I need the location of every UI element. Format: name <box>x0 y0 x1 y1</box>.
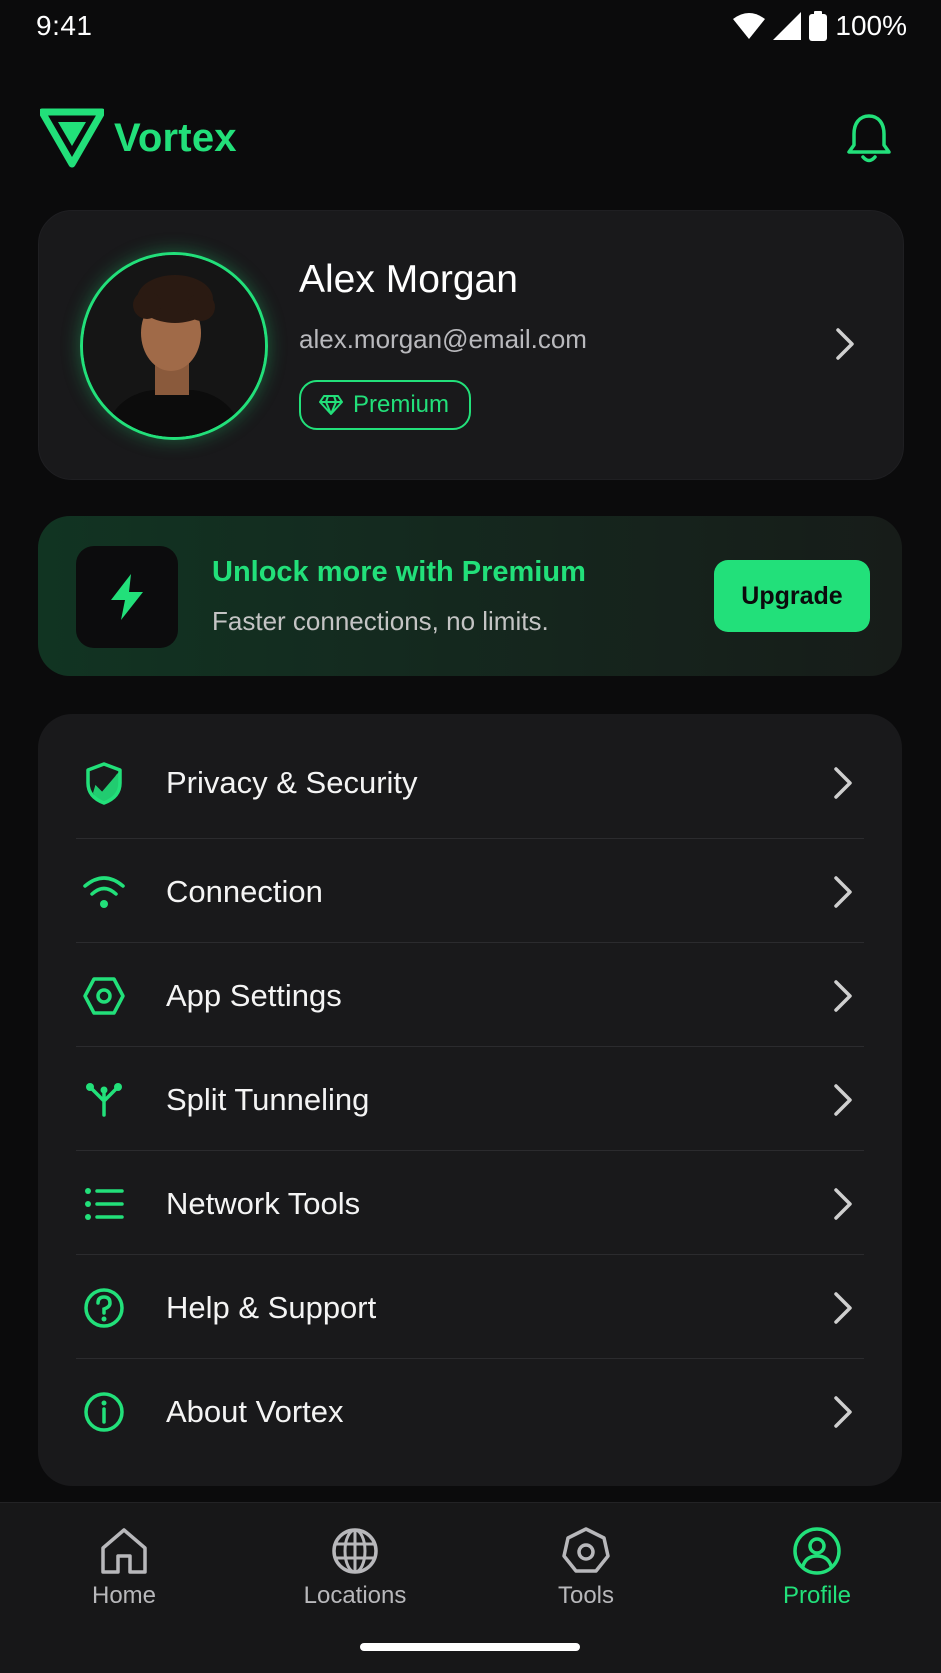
nav-label: Profile <box>782 1582 852 1609</box>
lightning-icon <box>111 574 143 620</box>
globe-icon <box>332 1528 378 1574</box>
menu-item-label: App Settings <box>166 978 342 1013</box>
menu-item-label: Privacy & Security <box>166 765 418 800</box>
diamond-icon <box>319 395 343 415</box>
chevron-right-icon <box>834 876 852 908</box>
promo-title: Unlock more with Premium <box>212 556 586 588</box>
menu-divider <box>76 1358 864 1359</box>
chevron-right-icon <box>834 1084 852 1116</box>
info-icon <box>80 1388 128 1436</box>
home-indicator <box>360 1643 580 1651</box>
status-bar: 9:41 100% <box>0 0 941 56</box>
chevron-right-icon <box>836 328 854 360</box>
vortex-logo-icon <box>40 108 104 168</box>
signal-icon <box>773 12 802 40</box>
tools-icon <box>562 1527 610 1573</box>
brand-logo: Vortex <box>40 108 237 168</box>
wifi-icon <box>80 868 128 916</box>
shield-check-icon <box>80 759 128 807</box>
battery-percent: 100% <box>835 10 907 41</box>
menu-item-connection[interactable]: Connection <box>76 840 864 944</box>
avatar <box>80 252 268 440</box>
menu-item-app-settings[interactable]: App Settings <box>76 944 864 1048</box>
split-icon <box>80 1076 128 1124</box>
battery-icon <box>809 11 828 41</box>
menu-item-help-support[interactable]: Help & Support <box>76 1256 864 1360</box>
nav-item-locations[interactable]: Locations <box>275 1526 435 1626</box>
profile-email: alex.morgan@email.com <box>299 324 587 354</box>
menu-item-network-tools[interactable]: Network Tools <box>76 1152 864 1256</box>
brand-name: Vortex <box>114 115 237 160</box>
menu-item-label: Split Tunneling <box>166 1082 370 1117</box>
premium-badge-label: Premium <box>353 391 450 418</box>
bell-icon <box>847 114 891 163</box>
nav-item-profile[interactable]: Profile <box>737 1526 897 1626</box>
status-time: 9:41 <box>36 10 93 41</box>
nav-item-home[interactable]: Home <box>44 1526 204 1626</box>
nav-label: Home <box>91 1582 157 1609</box>
menu-item-label: Network Tools <box>166 1186 361 1221</box>
promo-icon-box <box>76 546 178 648</box>
menu-divider <box>76 838 864 839</box>
wifi-status-icon <box>733 13 766 39</box>
profile-icon <box>793 1527 841 1575</box>
hexagon-settings-icon <box>80 972 128 1020</box>
chevron-right-icon <box>834 1396 852 1428</box>
chevron-right-icon <box>834 1292 852 1324</box>
menu-divider <box>76 942 864 943</box>
avatar-photo <box>83 255 265 437</box>
menu-divider <box>76 1150 864 1151</box>
chevron-right-icon <box>834 767 852 799</box>
status-icons: 100% <box>733 10 907 42</box>
list-icon <box>80 1180 128 1228</box>
profile-name: Alex Morgan <box>299 258 518 301</box>
menu-item-label: Connection <box>166 874 323 909</box>
chevron-right-icon <box>834 980 852 1012</box>
help-circle-icon <box>80 1284 128 1332</box>
nav-item-tools[interactable]: Tools <box>506 1526 666 1626</box>
menu-item-split-tunneling[interactable]: Split Tunneling <box>76 1048 864 1152</box>
menu-item-about[interactable]: About Vortex <box>76 1360 864 1464</box>
upgrade-button[interactable]: Upgrade <box>714 560 870 632</box>
menu-divider <box>76 1254 864 1255</box>
menu-item-label: About Vortex <box>166 1394 344 1429</box>
menu-item-privacy-security[interactable]: Privacy & Security <box>76 731 864 835</box>
premium-badge: Premium <box>299 380 472 430</box>
promo-subtitle: Faster connections, no limits. <box>212 606 549 636</box>
nav-label: Locations <box>303 1582 407 1609</box>
chevron-right-icon <box>834 1188 852 1220</box>
notifications-button[interactable] <box>845 112 893 164</box>
nav-label: Tools <box>557 1582 615 1609</box>
home-icon <box>101 1528 147 1574</box>
menu-item-label: Help & Support <box>166 1290 377 1325</box>
menu-divider <box>76 1046 864 1047</box>
